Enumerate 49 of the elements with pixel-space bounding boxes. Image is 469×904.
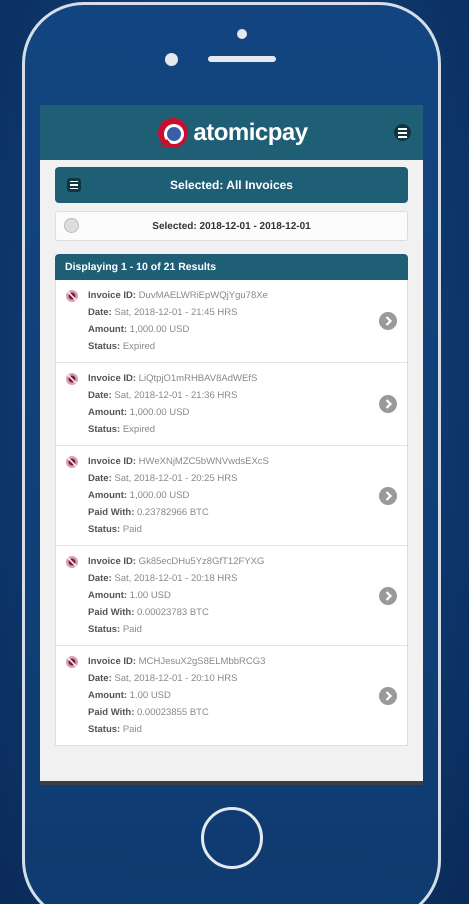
chevron-right-icon [379,395,397,413]
invoice-detail: Invoice ID: MCHJesuX2gS8ELMbbRCG3 [88,655,266,669]
invoice-status-icon [65,555,79,569]
speaker-icon [208,56,276,62]
invoice-card[interactable]: Invoice ID: DuvMAELWRiEpWQjYgu78Xe Date: Sat, 2018-12-01 - 21:45 HRS Amount: 1,000.00 USD Status: Expired [56,280,407,362]
chevron-right-icon [379,586,397,604]
invoice-detail: Invoice ID: DuvMAELWRiEpWQjYgu78Xe [88,289,269,303]
camera-icon [237,29,247,39]
logo-text: atomicpay [193,118,308,146]
invoice-detail: Invoice ID: LiQtpjO1mRHBAV8AdWEfS [88,372,258,386]
invoice-detail: Status: Expired [88,423,156,437]
invoice-card[interactable]: Invoice ID: HWeXNjMZC5bWNVwdsEXcS Date: Sat, 2018-12-01 - 20:25 HRS Amount: 1,000.00 USD Paid With: 0.23782966 BTC Status: Paid [56,445,407,545]
invoice-detail: Invoice ID: HWeXNjMZC5bWNVwdsEXcS [88,455,270,469]
menu-icon[interactable] [394,124,411,141]
date-range-button[interactable]: Selected: 2018-12-01 - 2018-12-01 [55,211,408,241]
invoice-status-icon [65,372,79,386]
invoice-card[interactable]: Invoice ID: Gk85ecDHu5Yz8GfT12FYXG Date: Sat, 2018-12-01 - 20:18 HRS Amount: 1.00 USD Paid With: 0.00023783 BTC Status: Paid [56,545,407,645]
home-button[interactable] [200,807,262,869]
invoice-detail: Paid With: 0.23782966 BTC [88,506,210,520]
invoice-detail: Amount: 1,000.00 USD [88,489,190,503]
radio-icon [64,218,79,233]
sensor-icon [165,53,178,66]
invoice-detail: Status: Expired [88,340,156,354]
invoice-detail: Date: Sat, 2018-12-01 - 20:25 HRS [88,472,238,486]
invoice-detail: Paid With: 0.00023855 BTC [88,706,210,720]
invoice-card[interactable]: Invoice ID: LiQtpjO1mRHBAV8AdWEfS Date: Sat, 2018-12-01 - 21:36 HRS Amount: 1,000.00 USD Status: Expired [56,362,407,445]
list-icon [67,178,81,192]
invoice-status-icon [65,455,79,469]
invoice-detail: Status: Paid [88,523,143,537]
invoice-detail: Amount: 1,000.00 USD [88,323,190,337]
invoice-detail: Date: Sat, 2018-12-01 - 20:18 HRS [88,572,238,586]
filter-button[interactable]: Selected: All Invoices [55,167,408,203]
chevron-right-icon [379,486,397,504]
chevron-right-icon [379,312,397,330]
invoice-detail: Status: Paid [88,623,143,637]
invoice-card[interactable]: Invoice ID: MCHJesuX2gS8ELMbbRCG3 Date: Sat, 2018-12-01 - 20:10 HRS Amount: 1.00 USD Paid With: 0.00023855 BTC Status: Paid [56,645,407,745]
results-header: Displaying 1 - 10 of 21 Results [55,254,408,280]
invoice-detail: Invoice ID: Gk85ecDHu5Yz8GfT12FYXG [88,555,266,569]
invoice-detail: Paid With: 0.00023783 BTC [88,606,210,620]
invoice-detail: Amount: 1,000.00 USD [88,406,190,420]
invoice-detail: Date: Sat, 2018-12-01 - 21:36 HRS [88,389,238,403]
invoice-detail: Amount: 1.00 USD [88,689,172,703]
invoice-status-icon [65,655,79,669]
invoice-detail: Date: Sat, 2018-12-01 - 21:45 HRS [88,306,238,320]
chevron-right-icon [379,686,397,704]
invoice-detail: Amount: 1.00 USD [88,589,172,603]
invoice-detail: Date: Sat, 2018-12-01 - 20:10 HRS [88,672,238,686]
invoice-status-icon [65,289,79,303]
invoice-detail: Status: Paid [88,723,143,737]
